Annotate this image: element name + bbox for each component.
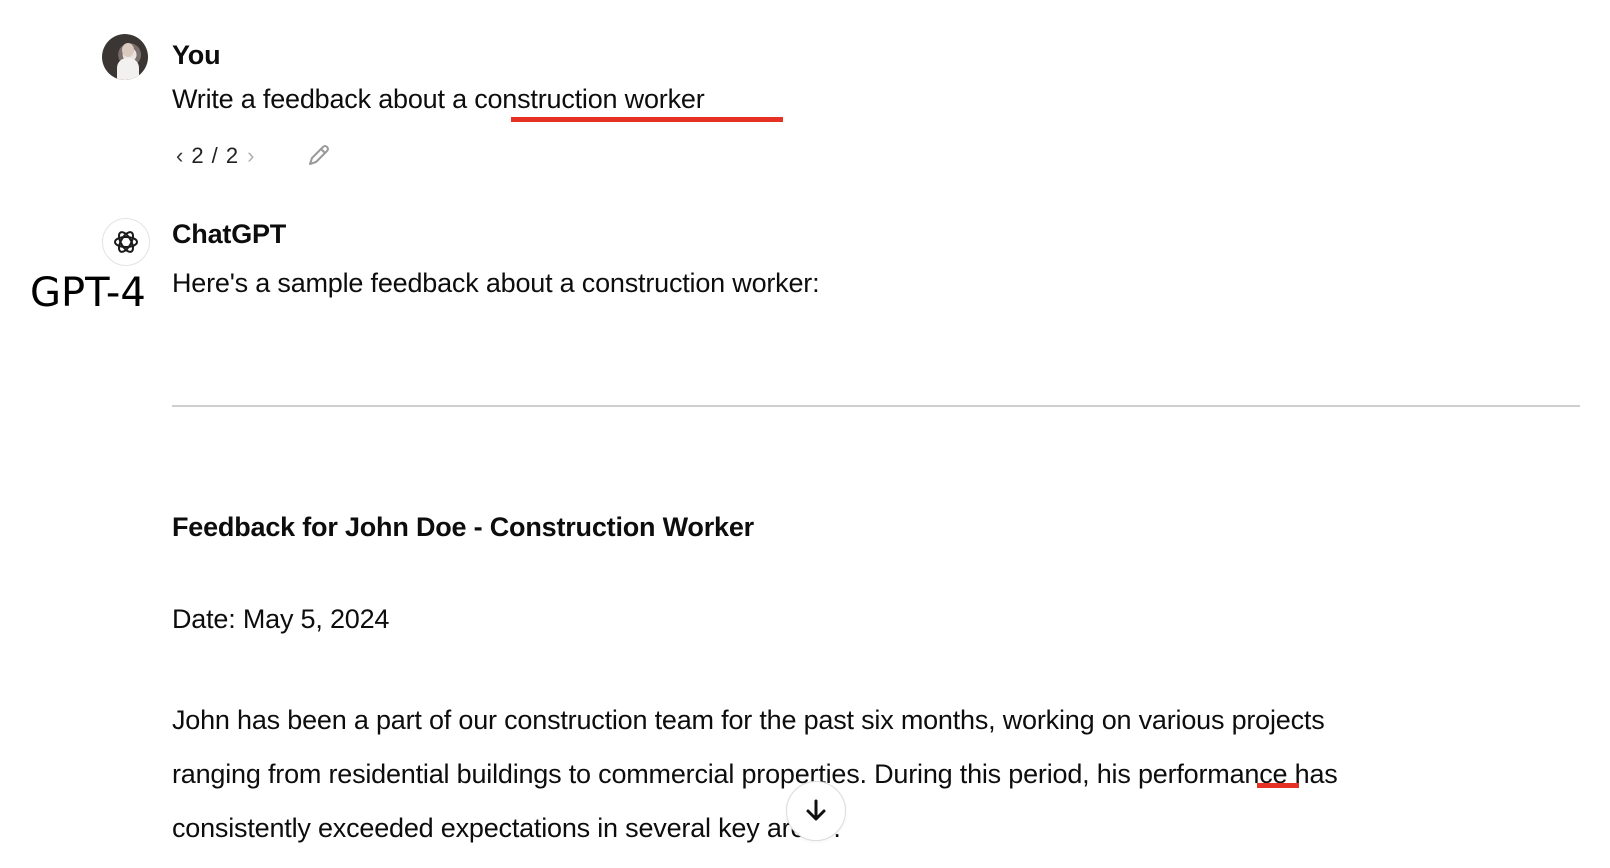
paragraph-line: consistently exceeded expectations in se… <box>172 813 841 843</box>
avatar-body <box>117 58 139 80</box>
paragraph-line: ranging from residential buildings to co… <box>172 759 1338 789</box>
assistant-intro: Here's a sample feedback about a constru… <box>172 268 820 298</box>
feedback-date: Date: May 5, 2024 <box>172 604 390 634</box>
feedback-paragraph: John has been a part of our construction… <box>172 693 1592 855</box>
user-message: Write a feedback about a construction wo… <box>172 84 705 114</box>
avatar-head <box>122 43 134 57</box>
response-pager: ‹ 2 / 2 › <box>176 143 254 169</box>
highlight-underline-construction-worker <box>511 117 783 122</box>
scroll-to-bottom-button[interactable] <box>786 781 846 841</box>
arrow-down-icon <box>806 799 826 821</box>
openai-logo-icon <box>114 231 138 253</box>
divider <box>172 405 1580 407</box>
paragraph-line: John has been a part of our construction… <box>172 705 1325 735</box>
chatgpt-avatar <box>102 218 150 266</box>
model-label: GPT-4 <box>30 270 146 316</box>
user-avatar <box>102 34 148 80</box>
user-name: You <box>172 40 221 70</box>
assistant-name: ChatGPT <box>172 219 287 249</box>
highlight-underline-his <box>1257 783 1299 788</box>
pager-count: 2 / 2 <box>191 143 240 168</box>
feedback-heading: Feedback for John Doe - Construction Wor… <box>172 512 754 542</box>
chevron-right-icon[interactable]: › <box>247 143 254 169</box>
chevron-left-icon[interactable]: ‹ <box>176 143 183 169</box>
pencil-icon[interactable] <box>304 142 332 170</box>
